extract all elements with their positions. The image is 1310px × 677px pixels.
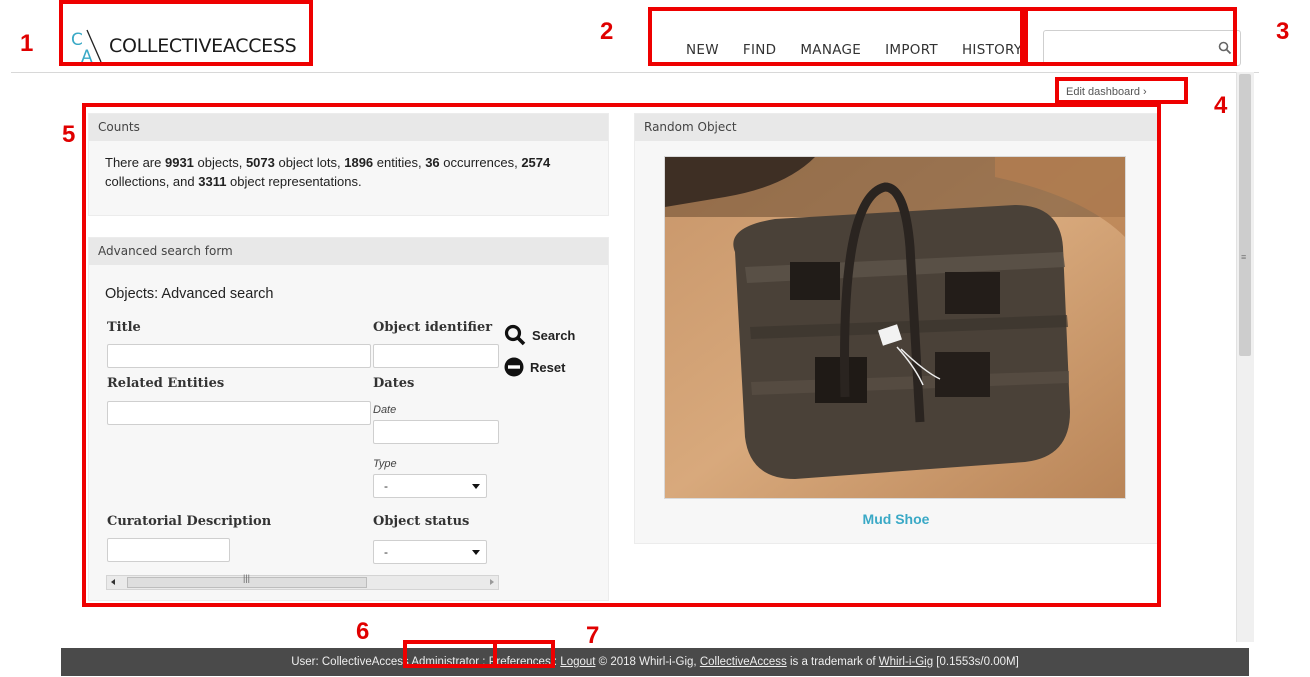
annotation-number-6: 6 [356, 618, 370, 645]
annotation-box-5 [82, 103, 1161, 607]
annotation-box-4 [1055, 77, 1188, 104]
page-vertical-scrollbar[interactable]: ≡ [1236, 72, 1254, 642]
scrollbar-grip-icon: ≡ [1241, 252, 1247, 262]
scrollbar-thumb[interactable] [1239, 74, 1251, 356]
annotation-number-1: 1 [20, 30, 34, 57]
footer-timing: [0.1553s/0.00M] [933, 656, 1019, 668]
whirl-i-gig-link[interactable]: Whirl-i-Gig [879, 656, 933, 668]
annotation-box-3 [1024, 7, 1237, 66]
annotation-number-5: 5 [62, 121, 76, 148]
annotation-box-6 [403, 640, 497, 668]
footer-trademark-text: is a trademark of [786, 656, 879, 668]
annotation-number-2: 2 [600, 18, 614, 45]
annotation-number-4: 4 [1214, 92, 1228, 119]
annotation-box-1 [59, 0, 313, 66]
annotation-number-3: 3 [1276, 18, 1290, 45]
annotation-box-7 [493, 640, 555, 668]
browser-viewport: C A COLLECTIVEACCESS NEW FIND MANAGE IMP… [0, 0, 1310, 677]
collectiveaccess-link[interactable]: CollectiveAccess [700, 656, 787, 668]
page-footer: User: CollectiveAccess Administrator : P… [61, 648, 1249, 676]
logout-link[interactable]: Logout [560, 656, 595, 668]
footer-copyright: © 2018 Whirl-i-Gig, [595, 656, 700, 668]
annotation-box-2 [648, 7, 1024, 66]
annotation-number-7: 7 [586, 622, 600, 649]
